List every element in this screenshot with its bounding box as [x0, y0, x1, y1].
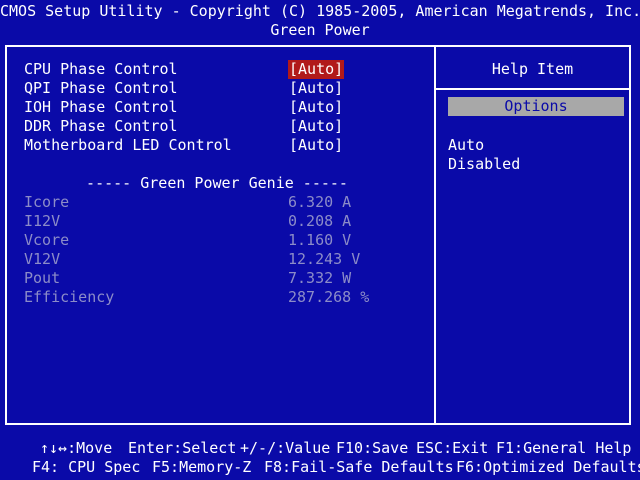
genie-label-efficiency: Efficiency [24, 288, 115, 306]
setting-label-ioh-phase: IOH Phase Control [24, 98, 178, 116]
genie-value-v12v: 12.243 V [288, 250, 361, 268]
setting-label-led-control: Motherboard LED Control [24, 136, 232, 154]
footer-key: F10: [336, 439, 373, 457]
footer-action: Select [182, 439, 237, 457]
footer-general-help: F1:General Help [496, 439, 631, 458]
setting-value-qpi-phase[interactable]: [Auto] [288, 79, 344, 98]
genie-heading: ----- Green Power Genie ----- [86, 174, 348, 192]
genie-value-i12v: 0.208 A [288, 212, 352, 230]
footer-key: ↑↓↔: [40, 439, 77, 457]
footer-cpu-spec: F4: CPU Spec [32, 458, 140, 477]
option-disabled: Disabled [448, 155, 521, 173]
genie-label-pout: Pout [24, 269, 61, 287]
footer-action: Save [372, 439, 409, 457]
footer-key: Enter: [128, 439, 183, 457]
genie-label-i12v: I12V [24, 212, 61, 230]
footer-memory-z: F5:Memory-Z [152, 458, 251, 477]
footer-action: Value [285, 439, 331, 457]
setting-label-qpi-phase: QPI Phase Control [24, 79, 178, 97]
genie-value-pout: 7.332 W [288, 269, 352, 287]
page-title: Green Power [270, 21, 370, 39]
footer-fail-safe: F8:Fail-Safe Defaults [264, 458, 454, 477]
window-title: CMOS Setup Utility - Copyright (C) 1985-… [0, 2, 640, 20]
footer-move: ↑↓↔:Move [40, 439, 112, 458]
genie-label-icore: Icore [24, 193, 70, 211]
footer-action: Fail-Safe Defaults [291, 458, 454, 476]
footer-key: F1: [496, 439, 524, 457]
footer-action: Move [76, 439, 113, 457]
setting-value-ddr-phase[interactable]: [Auto] [288, 117, 344, 136]
footer-value: +/-/:Value [240, 439, 330, 458]
footer-key: F5: [152, 458, 180, 476]
footer-action: Exit [452, 439, 489, 457]
footer-exit: ESC:Exit [416, 439, 488, 458]
genie-value-vcore: 1.160 V [288, 231, 352, 249]
footer-key: +/-/: [240, 439, 286, 457]
footer-key: ESC: [416, 439, 453, 457]
footer-key: F6: [456, 458, 484, 476]
help-title: Help Item [491, 60, 574, 78]
option-auto: Auto [448, 136, 485, 154]
footer-key: F8: [264, 458, 292, 476]
genie-label-v12v: V12V [24, 250, 61, 268]
genie-value-efficiency: 287.268 % [288, 288, 370, 306]
footer-key: F4: [32, 458, 60, 476]
setting-label-cpu-phase: CPU Phase Control [24, 60, 178, 78]
footer-action: Memory-Z [179, 458, 252, 476]
help-separator [436, 88, 629, 90]
options-heading: Options [448, 97, 624, 116]
setting-value-led-control[interactable]: [Auto] [288, 136, 344, 155]
footer-select: Enter:Select [128, 439, 236, 458]
genie-label-vcore: Vcore [24, 231, 70, 249]
setting-value-ioh-phase[interactable]: [Auto] [288, 98, 344, 117]
footer-save: F10:Save [336, 439, 408, 458]
panel-divider [434, 45, 436, 425]
setting-label-ddr-phase: DDR Phase Control [24, 117, 178, 135]
setting-value-cpu-phase[interactable]: [Auto] [288, 60, 345, 79]
genie-value-icore: 6.320 A [288, 193, 352, 211]
footer-action: General Help [523, 439, 632, 457]
footer-optimized: F6:Optimized Defaults [456, 458, 640, 477]
footer-action: Optimized Defaults [483, 458, 640, 476]
footer-action: CPU Spec [59, 458, 141, 476]
